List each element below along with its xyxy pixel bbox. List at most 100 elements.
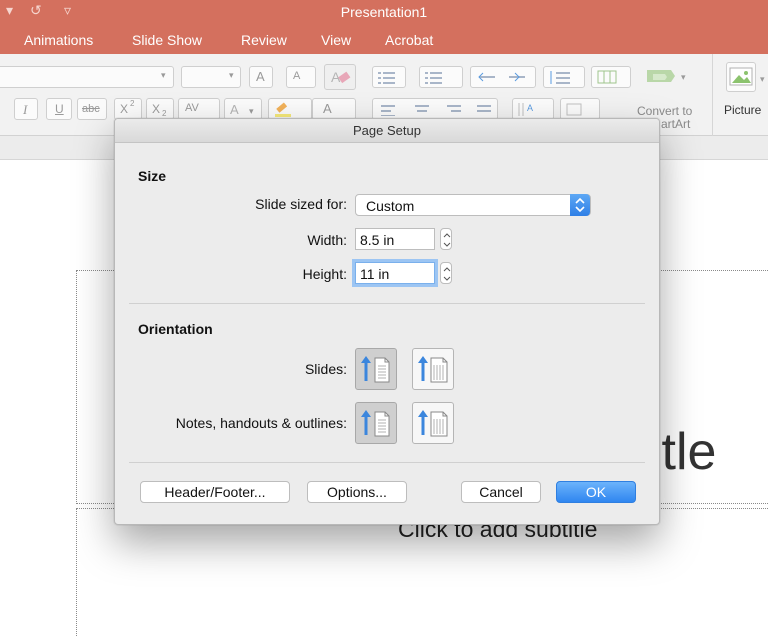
indent-icon — [478, 72, 525, 82]
highlight-color-button[interactable] — [268, 98, 312, 120]
size-heading: Size — [138, 168, 167, 184]
shrink-font-icon: A — [293, 70, 301, 82]
dialog-title-bar[interactable]: Page Setup — [115, 119, 659, 143]
width-label: Width: — [307, 232, 347, 248]
underline-icon: U — [55, 102, 64, 116]
strikethrough-button[interactable]: abc — [77, 98, 107, 120]
chevron-down-icon[interactable]: ▾ — [760, 74, 765, 85]
stepper-arrows-icon — [443, 233, 451, 247]
highlighter-icon — [275, 102, 291, 117]
svg-text:A: A — [527, 103, 533, 113]
title-bar: ▾ ↺ ▿ Presentation1 — [0, 0, 768, 26]
clear-formatting-button[interactable]: A — [324, 64, 356, 90]
select-arrows-icon — [570, 194, 590, 216]
font-color-icon: A — [323, 101, 332, 116]
shrink-font-button[interactable]: A — [286, 66, 316, 88]
section-divider — [129, 462, 645, 463]
convert-smartart-label-2[interactable]: artArt — [661, 117, 690, 131]
notes-portrait-button[interactable] — [355, 402, 397, 444]
numbering-icon — [425, 72, 442, 84]
bullets-icon — [378, 72, 395, 84]
grow-font-button[interactable]: A — [249, 66, 273, 88]
subscript-button[interactable]: X 2 — [146, 98, 174, 120]
width-value: 8.5 in — [360, 232, 395, 248]
underline-button[interactable]: U — [46, 98, 72, 120]
svg-text:▾: ▾ — [249, 106, 254, 116]
superscript-button[interactable]: X 2 — [114, 98, 142, 120]
convert-smartart-label-1[interactable]: Convert to — [637, 104, 692, 118]
ribbon-separator — [712, 54, 713, 136]
italic-button[interactable]: I — [14, 98, 38, 120]
tab-acrobat[interactable]: Acrobat — [385, 32, 433, 48]
align-icons — [381, 105, 491, 116]
slides-portrait-button[interactable] — [355, 348, 397, 390]
notes-orientation-label: Notes, handouts & outlines: — [175, 415, 347, 431]
height-input[interactable]: 11 in — [355, 262, 435, 284]
svg-text:A: A — [230, 102, 239, 117]
bullets-button[interactable] — [372, 66, 406, 88]
character-spacing-icon: AV — [185, 102, 199, 114]
svg-text:▾: ▾ — [681, 72, 686, 82]
landscape-orientation-icon — [418, 356, 448, 383]
section-divider — [129, 303, 645, 304]
dialog-title: Page Setup — [353, 123, 421, 138]
subscript-mark-icon: 2 — [162, 109, 167, 118]
italic-icon: I — [23, 102, 28, 117]
font-name-combobox[interactable]: ▾ — [0, 66, 174, 88]
strikethrough-icon: abc — [82, 103, 100, 115]
chevron-down-icon: ▾ — [161, 70, 166, 80]
line-spacing-button[interactable] — [543, 66, 585, 88]
landscape-orientation-icon — [418, 410, 448, 437]
tab-review[interactable]: Review — [241, 32, 287, 48]
cancel-button[interactable]: Cancel — [461, 481, 541, 503]
picture-button[interactable] — [726, 62, 756, 92]
columns-button[interactable] — [591, 66, 631, 88]
ok-button[interactable]: OK — [556, 481, 636, 503]
font-size-combobox[interactable]: ▾ — [181, 66, 241, 88]
smartart-icon[interactable]: ▾ — [643, 66, 691, 88]
options-button[interactable]: Options... — [307, 481, 407, 503]
grow-font-icon: A — [256, 69, 265, 84]
numbering-button[interactable] — [419, 66, 463, 88]
columns-icon — [597, 70, 617, 84]
text-effects-button[interactable]: A ▾ — [224, 98, 262, 120]
clear-formatting-icon: A — [331, 69, 351, 85]
tab-slide-show[interactable]: Slide Show — [132, 32, 202, 48]
text-direction-button[interactable]: A — [512, 98, 554, 120]
font-color-button[interactable]: A — [312, 98, 356, 120]
header-footer-button[interactable]: Header/Footer... — [140, 481, 290, 503]
align-text-button[interactable] — [560, 98, 600, 120]
subscript-icon: X — [152, 102, 161, 116]
superscript-icon: X — [120, 102, 129, 116]
ribbon-tabs: Animations Slide Show Review View Acroba… — [0, 26, 768, 54]
height-stepper[interactable] — [440, 262, 452, 284]
tab-animations[interactable]: Animations — [24, 32, 93, 48]
stepper-arrows-icon — [443, 267, 451, 281]
line-spacing-icon — [550, 71, 570, 84]
notes-landscape-button[interactable] — [412, 402, 454, 444]
picture-label[interactable]: Picture — [724, 103, 761, 117]
portrait-orientation-icon — [361, 356, 390, 383]
portrait-orientation-icon — [361, 410, 390, 437]
chevron-down-icon: ▾ — [229, 70, 234, 80]
align-text-icon — [566, 103, 582, 116]
align-buttons[interactable] — [372, 98, 498, 120]
slide-sized-for-select[interactable]: Custom — [355, 194, 591, 216]
window-title: Presentation1 — [340, 4, 428, 20]
indent-buttons[interactable] — [470, 66, 536, 88]
tab-view[interactable]: View — [321, 32, 351, 48]
slide-sized-for-value: Custom — [366, 198, 415, 214]
slide-sized-for-label: Slide sized for: — [255, 196, 347, 212]
page-setup-dialog: Page Setup Size Slide sized for: Custom … — [114, 118, 660, 525]
width-stepper[interactable] — [440, 228, 452, 250]
text-direction-icon: A — [518, 103, 533, 116]
slides-landscape-button[interactable] — [412, 348, 454, 390]
superscript-mark-icon: 2 — [130, 99, 135, 108]
width-input[interactable]: 8.5 in — [355, 228, 435, 250]
picture-icon — [729, 67, 753, 86]
slides-orientation-label: Slides: — [304, 361, 347, 377]
character-spacing-button[interactable]: AV — [178, 98, 220, 120]
height-label: Height: — [302, 266, 347, 282]
height-value: 11 in — [360, 266, 390, 282]
text-effects-icon: A ▾ — [230, 102, 254, 117]
